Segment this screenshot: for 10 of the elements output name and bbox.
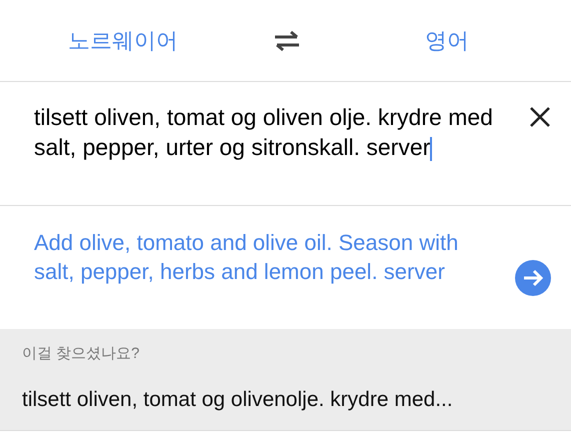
suggestion-item[interactable]: tilsett oliven, tomat og olivenolje. krydre med... (0, 366, 571, 415)
swap-icon[interactable] (272, 30, 302, 52)
suggestion-heading: 이걸 찾으셨나요? (21, 344, 141, 364)
source-language-button[interactable]: 노르웨이어 (0, 24, 240, 57)
text-cursor (430, 136, 432, 161)
arrow-circle-icon[interactable] (515, 260, 551, 296)
input-field[interactable]: tilsett oliven, tomat og oliven olje. krydre med salt, pepper, urter og sitronskall. server (34, 102, 504, 205)
translation-text: Add olive, tomato and olive oil. Season with salt, pepper, herbs and lemon peel. server (34, 229, 460, 286)
target-language-button[interactable]: 영어 (397, 24, 497, 57)
close-icon[interactable] (529, 106, 551, 128)
